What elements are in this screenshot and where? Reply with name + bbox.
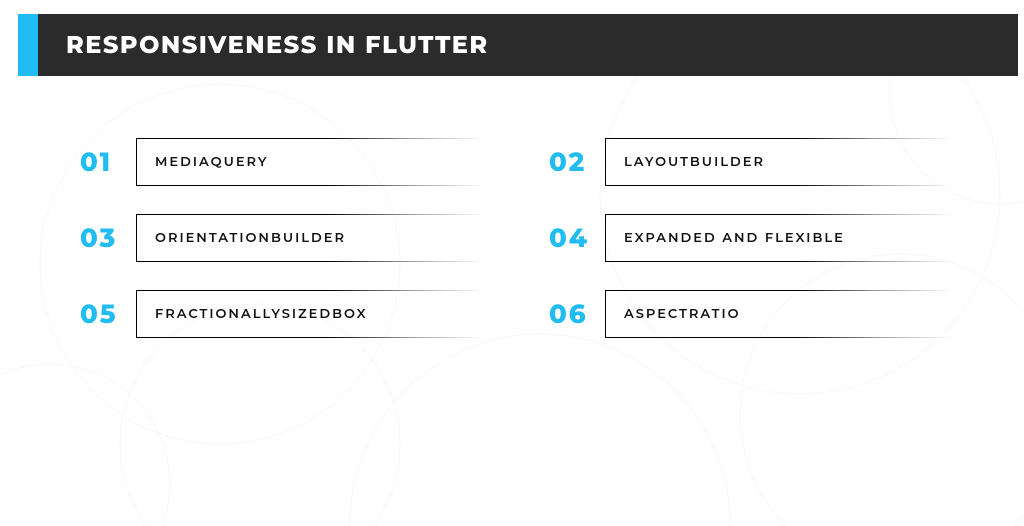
item-number: 03 <box>80 222 118 254</box>
item-label: LAYOUTBUILDER <box>624 154 765 170</box>
header-dark-bar: RESPONSIVENESS IN FLUTTER <box>38 14 1018 76</box>
item-number: 04 <box>549 222 587 254</box>
item-number: 02 <box>549 146 587 178</box>
header-bar: RESPONSIVENESS IN FLUTTER <box>0 14 1024 76</box>
header-accent-strip <box>18 14 38 76</box>
item-box: EXPANDED AND FLEXIBLE <box>605 214 954 262</box>
item-label: ORIENTATIONBUILDER <box>155 230 346 246</box>
item-number: 05 <box>80 298 118 330</box>
list-item: 04 EXPANDED AND FLEXIBLE <box>549 214 954 262</box>
item-box: LAYOUTBUILDER <box>605 138 954 186</box>
item-label: EXPANDED AND FLEXIBLE <box>624 230 845 246</box>
list-item: 05 FRACTIONALLYSIZEDBOX <box>80 290 485 338</box>
item-number: 06 <box>549 298 587 330</box>
page-title: RESPONSIVENESS IN FLUTTER <box>66 31 489 60</box>
item-box: ORIENTATIONBUILDER <box>136 214 485 262</box>
item-box: ASPECTRATIO <box>605 290 954 338</box>
items-grid: 01 MEDIAQUERY 02 LAYOUTBUILDER 03 ORIENT… <box>80 138 954 338</box>
item-box: MEDIAQUERY <box>136 138 485 186</box>
list-item: 02 LAYOUTBUILDER <box>549 138 954 186</box>
item-label: FRACTIONALLYSIZEDBOX <box>155 306 368 322</box>
list-item: 06 ASPECTRATIO <box>549 290 954 338</box>
item-number: 01 <box>80 146 118 178</box>
item-label: ASPECTRATIO <box>624 306 741 322</box>
item-box: FRACTIONALLYSIZEDBOX <box>136 290 485 338</box>
list-item: 03 ORIENTATIONBUILDER <box>80 214 485 262</box>
list-item: 01 MEDIAQUERY <box>80 138 485 186</box>
item-label: MEDIAQUERY <box>155 154 269 170</box>
